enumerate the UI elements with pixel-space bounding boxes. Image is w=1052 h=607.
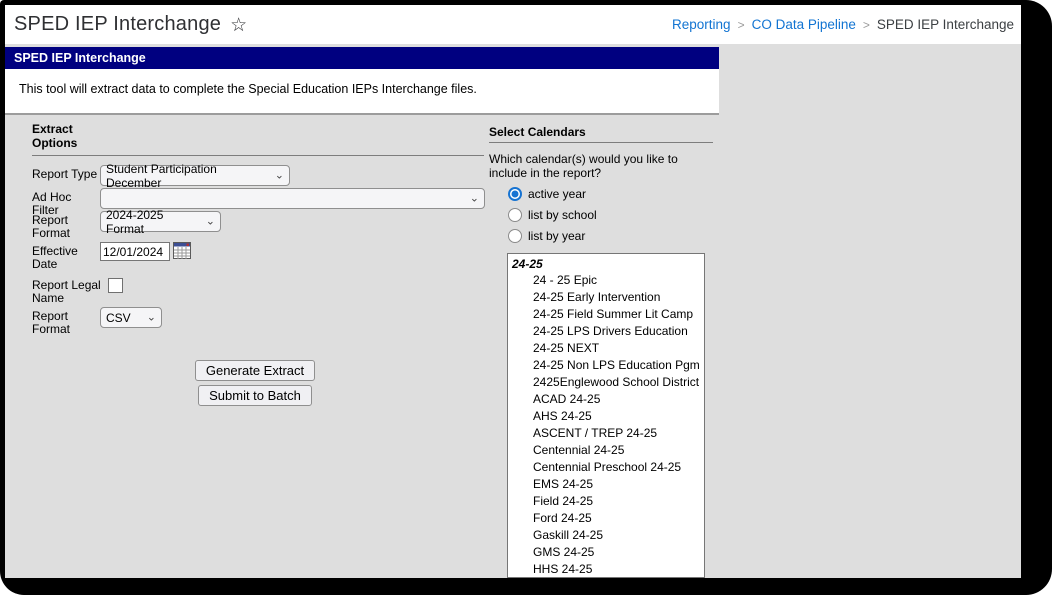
calendar-option[interactable]: AHS 24-25 <box>508 408 704 425</box>
radio-active-year-label: active year <box>528 187 587 201</box>
report-type-value: Student Participation December <box>106 161 217 190</box>
report-format-year-select[interactable]: 2024-2025 Format <box>100 208 221 236</box>
breadcrumb-separator-icon: > <box>862 17 870 32</box>
report-format-year-value: 2024-2025 Format <box>106 207 164 236</box>
calendar-option[interactable]: Ford 24-25 <box>508 510 704 527</box>
effective-date-input[interactable] <box>100 242 170 261</box>
report-type-select[interactable]: Student Participation December <box>100 162 290 190</box>
screenshot-canvas: SPED IEP Interchange ☆ Reporting > CO Data… <box>0 0 1052 607</box>
breadcrumb-co-data-pipeline[interactable]: CO Data Pipeline <box>752 17 856 32</box>
breadcrumb-separator-icon: > <box>737 17 745 32</box>
page-title-wrap: SPED IEP Interchange ☆ <box>5 13 247 36</box>
calendar-option[interactable]: 24-25 LPS Drivers Education <box>508 323 704 340</box>
effective-date-label: Effective Date <box>32 244 78 271</box>
calendar-option[interactable]: ASCENT / TREP 24-25 <box>508 425 704 442</box>
select-calendars-heading: Select Calendars <box>489 125 586 139</box>
page-background: SPED IEP Interchange ☆ Reporting > CO Data… <box>5 5 1021 578</box>
calendar-option[interactable]: Centennial Preschool 24-25 <box>508 459 704 476</box>
report-format-year-row: Report Format 2024-2025 Format <box>32 208 221 240</box>
calendar-icon <box>173 242 191 259</box>
ad-hoc-filter-select[interactable] <box>100 188 485 209</box>
report-legal-name-row: Report Legal Name <box>32 276 123 305</box>
extract-options-divider <box>32 155 484 156</box>
calendar-option[interactable]: 24 - 25 Epic <box>508 272 704 289</box>
calendar-question: Which calendar(s) would you like to incl… <box>489 152 678 180</box>
breadcrumb-sped-iep-interchange: SPED IEP Interchange <box>876 17 1014 32</box>
effective-date-row: Effective Date <box>32 242 191 271</box>
calendar-option[interactable]: EMS 24-25 <box>508 476 704 493</box>
radio-list-by-school-label: list by school <box>528 208 597 222</box>
breadcrumb-reporting[interactable]: Reporting <box>672 17 731 32</box>
calendar-option[interactable]: HHS 24-25 <box>508 561 704 577</box>
report-format-year-label: Report Format <box>32 213 71 240</box>
radio-list-by-year[interactable]: list by year <box>508 229 585 243</box>
tool-description: This tool will extract data to complete … <box>19 82 477 96</box>
favorite-star-icon[interactable]: ☆ <box>230 15 247 35</box>
report-format-file-select[interactable]: CSV <box>100 307 162 328</box>
tool-title-bar: SPED IEP Interchange <box>5 47 719 69</box>
radio-list-by-year-label: list by year <box>528 229 586 243</box>
report-legal-name-checkbox[interactable] <box>108 278 123 293</box>
calendar-group-header[interactable]: 24-25 <box>508 254 704 272</box>
calendar-option[interactable]: ACAD 24-25 <box>508 391 704 408</box>
calendar-option[interactable]: Field 24-25 <box>508 493 704 510</box>
calendar-picker-button[interactable] <box>173 242 191 260</box>
radio-button-icon[interactable] <box>508 208 522 222</box>
action-buttons: Generate Extract Submit to Batch <box>165 360 345 406</box>
calendar-option[interactable]: 24-25 Early Intervention <box>508 289 704 306</box>
window-frame: SPED IEP Interchange ☆ Reporting > CO Data… <box>0 0 1052 595</box>
radio-button-icon[interactable] <box>508 187 522 201</box>
page-title: SPED IEP Interchange <box>14 13 222 35</box>
calendar-option[interactable]: 24-25 Non LPS Education Pgm <box>508 357 704 374</box>
report-type-row: Report Type Student Participation Decemb… <box>32 162 290 190</box>
tool-header-panel: SPED IEP Interchange This tool will extr… <box>5 47 719 115</box>
breadcrumb: Reporting > CO Data Pipeline > SPED IEP Inte… <box>672 17 1021 32</box>
report-type-label: Report Type <box>32 167 98 181</box>
calendar-option[interactable]: 24-25 Field Summer Lit Camp <box>508 306 704 323</box>
report-format-file-label: Report Format <box>32 309 71 336</box>
radio-list-by-school[interactable]: list by school <box>508 208 597 222</box>
radio-button-icon[interactable] <box>508 229 522 243</box>
submit-to-batch-button[interactable]: Submit to Batch <box>198 385 312 406</box>
report-legal-name-label: Report Legal Name <box>32 278 101 305</box>
calendar-option[interactable]: Gaskill 24-25 <box>508 527 704 544</box>
calendar-option[interactable]: Centennial 24-25 <box>508 442 704 459</box>
app-header: SPED IEP Interchange ☆ Reporting > CO Data… <box>5 5 1021 44</box>
calendar-option[interactable]: 24-25 NEXT <box>508 340 704 357</box>
select-calendars-divider <box>489 142 713 143</box>
report-format-file-row: Report Format CSV <box>32 307 162 336</box>
generate-extract-button[interactable]: Generate Extract <box>194 360 316 381</box>
effective-date-wrap <box>100 242 191 271</box>
extract-options-heading: Extract Options <box>32 122 78 150</box>
calendar-option[interactable]: 2425Englewood School District <box>508 374 704 391</box>
radio-active-year[interactable]: active year <box>508 187 586 201</box>
report-format-file-value: CSV <box>106 310 131 325</box>
calendar-option[interactable]: GMS 24-25 <box>508 544 704 561</box>
calendar-listbox[interactable]: 24-25 24 - 25 Epic 24-25 Early Interventio… <box>507 253 705 578</box>
